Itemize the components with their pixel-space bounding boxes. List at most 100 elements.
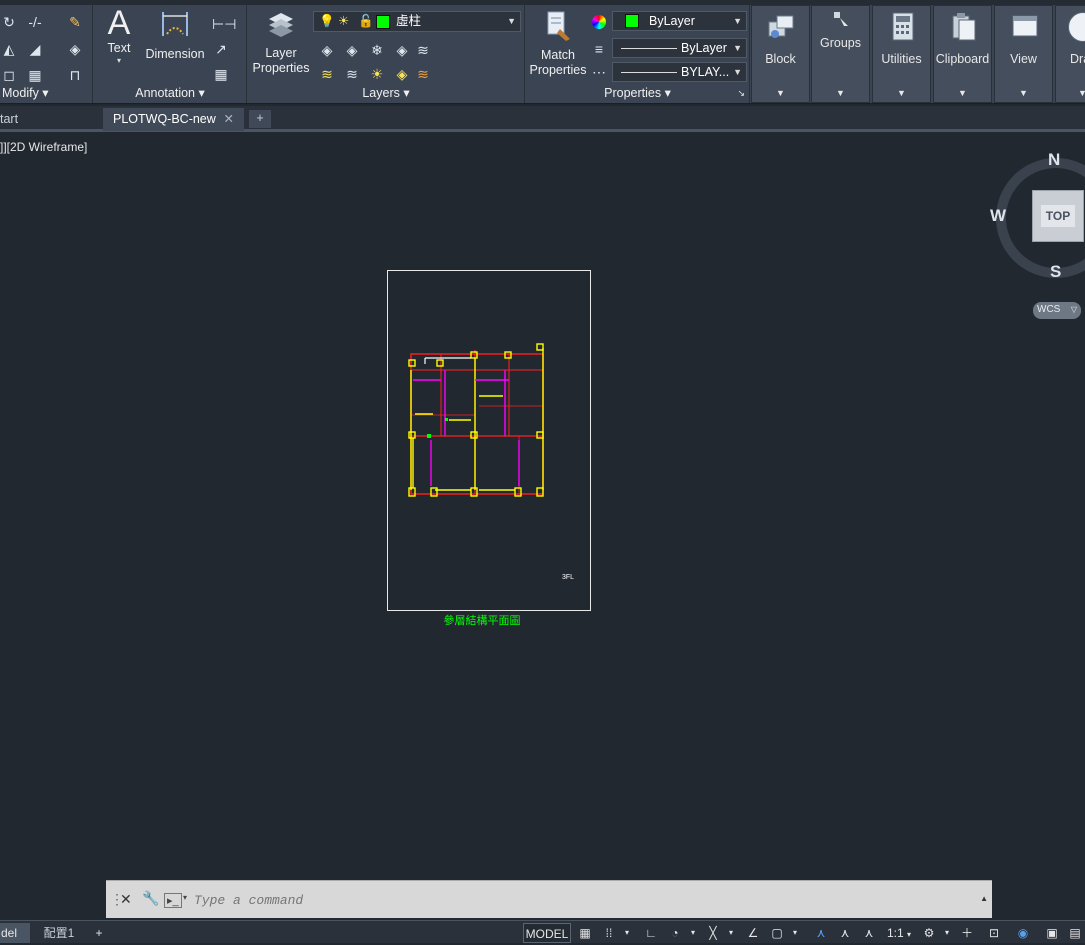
workspace-gear-icon[interactable]: ⚙ [920,923,938,943]
clipboard-button[interactable]: Clipboard ▼ [933,5,992,103]
ortho-icon[interactable]: ∟ [642,923,660,943]
calculator-icon [892,12,914,41]
scale-icon[interactable]: ◻ [0,66,18,84]
layer-lock-icon[interactable]: ◈ [393,41,411,59]
add-layout-button[interactable]: + [90,923,108,943]
drawing-tab-plotwq[interactable]: PLOTWQ-BC-new ✕ [103,108,244,131]
erase-icon[interactable]: ✎ [66,13,84,31]
snap-icon[interactable]: ⁞⁞ [600,923,618,943]
hardware-acceleration-icon[interactable]: ◉ [1012,923,1034,943]
object-snap-tracking-icon[interactable]: ∠ [744,923,762,943]
lineweight-dropdown[interactable]: ByLayer ▼ [612,38,747,58]
layer-on-icon[interactable]: ≋ [318,65,336,83]
annotation-scale-dropdown[interactable]: 1:1 ▾ [883,923,915,943]
command-input[interactable] [194,890,964,910]
offset-icon[interactable]: ⊓ [66,66,84,84]
close-tab-icon[interactable]: ✕ [224,108,234,130]
workspace-caret-icon[interactable]: ▾ [942,923,952,943]
viewcube[interactable]: N W S TOP [990,150,1085,284]
match-properties-button[interactable]: Match Properties [528,9,588,85]
table-icon[interactable]: ▦ [212,65,230,83]
polar-icon[interactable]: ◔ [666,923,684,943]
annotation-panel-title[interactable]: Annotation ▾ [94,85,246,100]
make-current-icon[interactable]: ≋ [414,41,432,59]
trim-icon[interactable]: -/- [26,13,44,31]
lineweight-icon[interactable]: ≡ [590,40,608,58]
layer-off-icon[interactable]: ◈ [318,41,336,59]
layer-dropdown[interactable]: 💡 ☀ 🔓 虛柱 ▼ [313,11,521,32]
isolate-objects-icon[interactable]: ⊡ [984,923,1004,943]
layout1-tab[interactable]: 配置1 [34,923,84,943]
mirror-icon[interactable]: ◭ [0,40,18,58]
viewcube-top-face[interactable]: TOP [1032,190,1084,242]
isodraft-caret-icon[interactable]: ▾ [726,923,736,943]
properties-dialog-launcher-icon[interactable]: ↘ [737,88,745,99]
command-line: ⋮ ✕ 🔧 ▸_ ▾ ▲ [106,880,992,918]
command-prompt-caret-icon[interactable]: ▾ [183,893,187,902]
color-dropdown[interactable]: ByLayer ▼ [612,11,747,31]
command-history-arrow-icon[interactable]: ▲ [980,894,988,903]
compass-north[interactable]: N [1048,150,1060,170]
layer-match-icon[interactable]: ≋ [414,65,432,83]
model-layout-tab[interactable]: del [0,923,30,943]
linetype-dropdown[interactable]: BYLAY... ▼ [612,62,747,82]
clipboard-label: Clipboard [935,52,990,66]
ribbon: ↻ -/- ✎ ◭ ◢ ◈ ◻ ▦ ⊓ Modify ▾ A Text ▾ Di… [0,0,1085,104]
command-close-icon[interactable]: ✕ [120,891,132,908]
linear-dimension-icon[interactable]: ⊢⊣ [212,15,236,33]
polar-caret-icon[interactable]: ▾ [688,923,698,943]
utilities-label: Utilities [881,52,922,66]
array-icon[interactable]: ▦ [26,66,44,84]
model-space-button[interactable]: MODEL [523,923,571,943]
object-snap-caret-icon[interactable]: ▾ [790,923,800,943]
match-properties-label-2: Properties [529,63,587,77]
view-button[interactable]: View ▼ [994,5,1053,103]
wcs-dropdown[interactable]: WCS ▽ [1033,302,1081,319]
color-wheel-icon[interactable] [592,15,606,29]
grid-icon[interactable]: ▦ [576,923,594,943]
compass-west[interactable]: W [990,206,1006,226]
auto-scale-icon[interactable]: ⋏ [836,923,854,943]
layer-properties-button[interactable]: Layer Properties [252,9,310,85]
lock-icon[interactable]: 🔓 [358,12,374,30]
sun-icon[interactable]: ☀ [338,12,349,30]
layers-panel-title[interactable]: Layers ▾ [248,85,524,100]
layer-isolate-icon[interactable]: ◈ [343,41,361,59]
layer-color-swatch[interactable] [376,15,390,29]
annotation-scale-icon[interactable]: ⋏ [860,923,878,943]
compass-south[interactable]: S [1050,262,1061,282]
explode-icon[interactable]: ◈ [66,40,84,58]
snap-caret-icon[interactable]: ▾ [622,923,632,943]
layers-panel: Layer Properties 💡 ☀ 🔓 虛柱 ▼ ◈ ◈ ❄ ◈ ≋ ≋ … [248,5,525,103]
layer-thaw-icon[interactable]: ☀ [368,65,386,83]
customization-icon[interactable]: ▤ [1066,923,1084,943]
new-tab-button[interactable]: + [249,110,271,128]
dimension-button[interactable]: Dimension [142,5,208,85]
color-value: ByLayer [649,14,695,28]
start-tab[interactable]: tart [0,108,100,131]
text-button[interactable]: A Text ▾ [100,5,138,85]
wcs-label: WCS [1037,304,1061,315]
properties-panel-title[interactable]: Properties ▾ [526,85,749,100]
layer-unisolate-icon[interactable]: ≋ [343,65,361,83]
isodraft-icon[interactable]: ╳ [704,923,722,943]
leader-icon[interactable]: ↗ [212,40,230,58]
rotate-icon[interactable]: ↻ [0,13,18,31]
fillet-icon[interactable]: ◢ [26,40,44,58]
linetype-icon[interactable]: ⋯ [590,63,608,81]
command-customize-icon[interactable]: 🔧 [142,890,159,907]
layer-unlock-icon[interactable]: ◈ [393,65,411,83]
viewport-controls-label[interactable]: ]][2D Wireframe] [0,140,87,154]
object-snap-icon[interactable]: ▢ [768,923,786,943]
lightbulb-icon[interactable]: 💡 [319,12,335,30]
groups-button[interactable]: Groups ▼ [811,5,870,103]
layer-freeze-icon[interactable]: ❄ [368,41,386,59]
annotation-visibility-icon[interactable]: ⋏ [812,923,830,943]
draw-button-partial[interactable]: Dra ▼ [1055,5,1085,103]
block-button[interactable]: Block ▼ [751,5,810,103]
command-prompt-icon[interactable]: ▸_ [164,893,182,908]
modify-panel-title[interactable]: Modify ▾ [2,85,92,100]
clean-screen-icon[interactable]: ▣ [1042,923,1062,943]
utilities-button[interactable]: Utilities ▼ [872,5,931,103]
add-icon[interactable]: ＋ [958,923,976,943]
